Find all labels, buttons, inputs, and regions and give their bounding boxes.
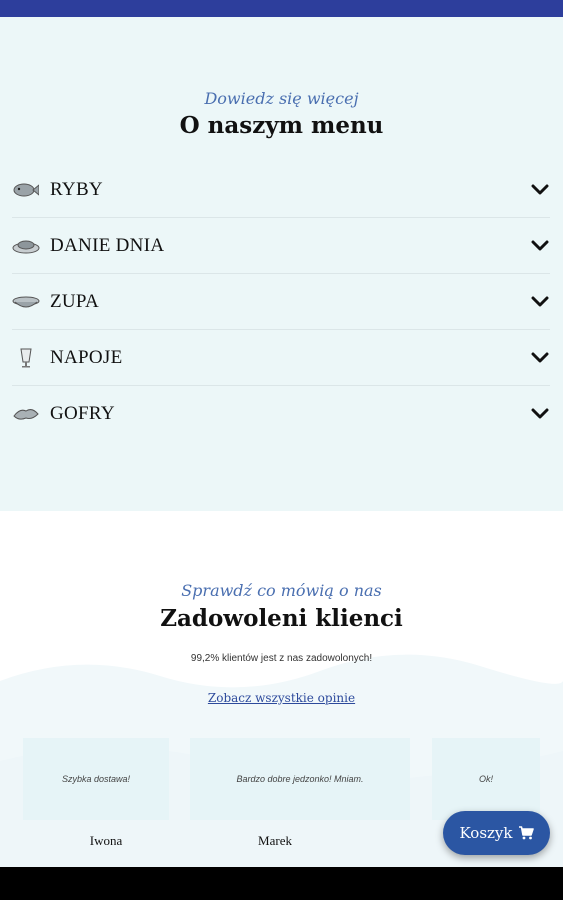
system-nav-bar: [0, 867, 563, 900]
cart-button[interactable]: Koszyk: [443, 811, 550, 855]
review-card: Ok!: [432, 738, 540, 820]
review-card: Bardzo dobre jedzonko! Mniam.: [190, 738, 410, 820]
top-status-bar: [0, 0, 563, 17]
menu-item-napoje[interactable]: NAPOJE: [12, 330, 550, 386]
review-text: Bardzo dobre jedzonko! Mniam.: [236, 774, 364, 784]
chevron-down-icon[interactable]: [530, 348, 550, 368]
all-reviews-link[interactable]: Zobacz wszystkie opinie: [0, 691, 563, 705]
waffle-icon: [12, 404, 40, 424]
review-text: Szybka dostawa!: [61, 774, 131, 784]
dish-icon: [12, 236, 40, 256]
review-text: Ok!: [478, 774, 493, 784]
soup-icon: [12, 292, 40, 312]
reviews-eyebrow: Sprawdź co mówią o nas: [181, 581, 382, 600]
glass-icon: [12, 348, 40, 368]
satisfaction-text: 99,2% klientów jest z nas zadowolonych!: [190, 653, 373, 664]
chevron-down-icon[interactable]: [530, 180, 550, 200]
review-card: Szybka dostawa!: [23, 738, 169, 820]
menu-item-danie-dnia[interactable]: DANIE DNIA: [12, 218, 550, 274]
cart-icon: [518, 826, 534, 840]
chevron-down-icon[interactable]: [530, 236, 550, 256]
menu-item-label: DANIE DNIA: [50, 234, 165, 256]
fish-icon: [12, 180, 40, 200]
menu-item-gofry[interactable]: GOFRY: [12, 386, 550, 442]
menu-item-ryby[interactable]: RYBY: [12, 162, 550, 218]
menu-item-label: ZUPA: [50, 290, 100, 312]
menu-item-label: RYBY: [50, 178, 103, 200]
menu-section: Dowiedz się więcej O naszym menu RYBY DA…: [0, 17, 563, 511]
menu-title: O naszym menu: [179, 112, 384, 139]
chevron-down-icon[interactable]: [530, 404, 550, 424]
menu-item-label: GOFRY: [50, 403, 115, 424]
review-author: Iwona: [89, 833, 123, 848]
cart-label: Koszyk: [459, 824, 513, 842]
reviews-title: Zadowoleni klienci: [160, 605, 403, 632]
chevron-down-icon[interactable]: [530, 292, 550, 312]
menu-eyebrow: Dowiedz się więcej: [204, 89, 359, 108]
menu-accordion: RYBY DANIE DNIA ZUPA NAPOJE GOFRY: [12, 162, 550, 442]
review-author: Marek: [258, 833, 292, 848]
menu-item-zupa[interactable]: ZUPA: [12, 274, 550, 330]
menu-item-label: NAPOJE: [50, 346, 123, 368]
